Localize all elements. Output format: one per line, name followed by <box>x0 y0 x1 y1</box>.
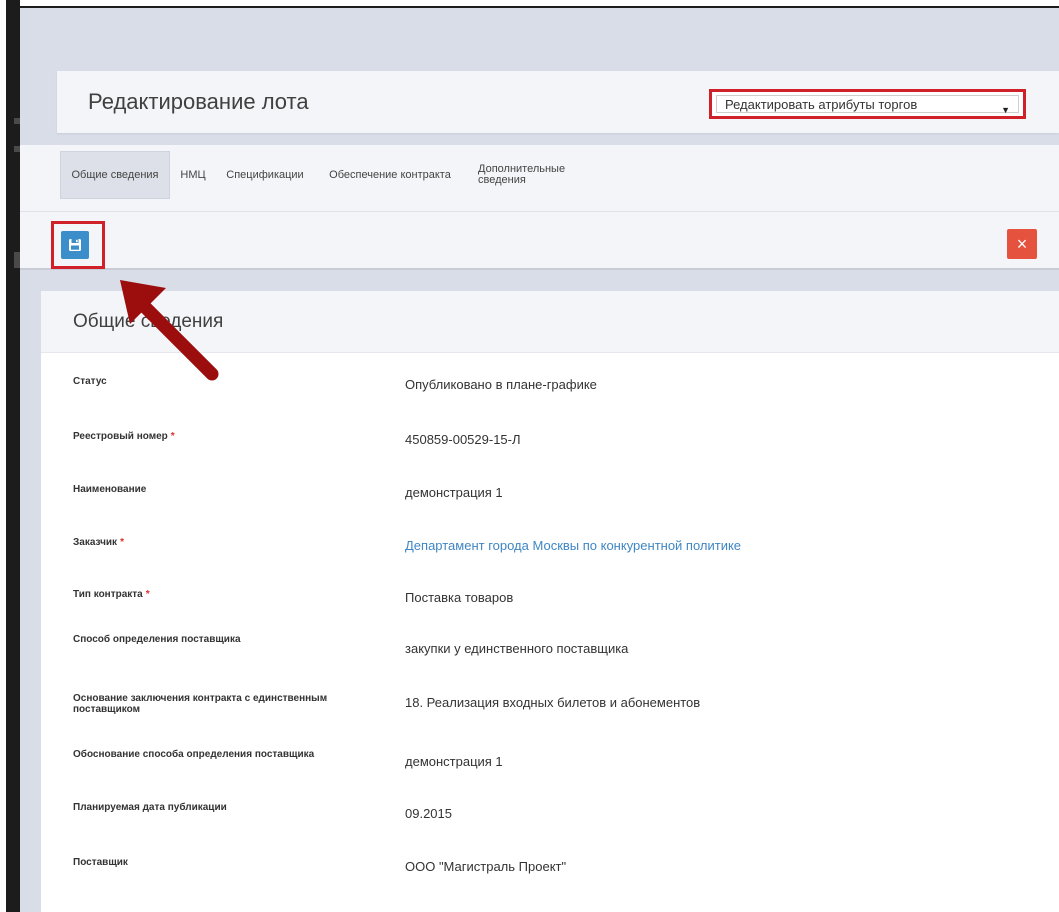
field-row-method-justification: Обоснование способа определения поставщи… <box>41 749 1059 789</box>
tab-general-info[interactable]: Общие сведения <box>60 151 170 199</box>
customer-link[interactable]: Департамент города Москвы по конкурентно… <box>405 538 741 553</box>
tab-specifications[interactable]: Спецификации <box>217 151 313 199</box>
field-label: Реестровый номер * <box>73 431 175 442</box>
page-title: Редактирование лота <box>88 89 309 114</box>
required-marker: * <box>170 431 175 442</box>
field-label: Заказчик * <box>73 537 124 548</box>
field-row-supplier: Поставщик ООО "Магистраль Проект" <box>41 857 1059 897</box>
section-header: Общие сведения <box>41 291 1059 353</box>
field-label: Обоснование способа определения поставщи… <box>73 749 315 760</box>
field-row-customer: Заказчик * Департамент города Москвы по к… <box>41 537 1059 577</box>
field-value: демонстрация 1 <box>405 485 503 500</box>
toolbar: × <box>20 212 1059 270</box>
field-label: Статус <box>73 376 107 387</box>
field-value: Опубликовано в плане-графике <box>405 377 597 392</box>
field-row-name: Наименование демонстрация 1 <box>41 484 1059 524</box>
field-label: Наименование <box>73 484 147 495</box>
field-value: 09.2015 <box>405 806 452 821</box>
floppy-disk-icon <box>69 239 81 251</box>
action-select-value: Редактировать атрибуты торгов <box>725 97 918 112</box>
window-frame <box>0 0 20 912</box>
general-info-panel: Общие сведения Статус Опубликовано в пла… <box>41 291 1059 912</box>
app-window: Редактирование лота Редактировать атрибу… <box>20 8 1059 912</box>
field-value: Поставка товаров <box>405 590 514 605</box>
field-row-registry-number: Реестровый номер * 450859-00529-15-Л <box>41 431 1059 471</box>
close-button[interactable]: × <box>1007 229 1037 259</box>
tab-contract-security[interactable]: Обеспечение контракта <box>317 151 463 199</box>
field-row-status: Статус Опубликовано в плане-графике <box>41 376 1059 416</box>
field-row-supplier-method: Способ определения поставщика закупки у … <box>41 634 1059 674</box>
tab-nmc[interactable]: НМЦ <box>175 151 211 199</box>
field-value: ООО "Магистраль Проект" <box>405 859 567 874</box>
field-row-contract-type: Тип контракта * Поставка товаров <box>41 589 1059 629</box>
field-label: Планируемая дата публикации <box>73 802 227 813</box>
tab-additional-info[interactable]: Дополнительные сведения <box>478 151 608 199</box>
page-header: Редактирование лота Редактировать атрибу… <box>57 71 1059 133</box>
field-label: Способ определения поставщика <box>73 634 241 645</box>
field-value: закупки у единственного поставщика <box>405 641 629 656</box>
field-label: Основание заключения контракта с единств… <box>73 693 328 715</box>
field-label: Тип контракта * <box>73 589 150 600</box>
tab-bar: Общие сведения НМЦ Спецификации Обеспече… <box>20 145 1059 212</box>
field-value: демонстрация 1 <box>405 754 503 769</box>
action-select[interactable]: Редактировать атрибуты торгов ▼ <box>709 89 1026 119</box>
close-icon: × <box>1016 234 1028 254</box>
field-row-publication-date: Планируемая дата публикации 09.2015 <box>41 802 1059 842</box>
field-row-single-supplier-basis: Основание заключения контракта с единств… <box>41 693 1059 733</box>
save-button-highlight <box>51 221 105 269</box>
field-label: Поставщик <box>73 857 128 868</box>
save-button[interactable] <box>61 231 89 259</box>
required-marker: * <box>120 537 124 548</box>
field-value: 450859-00529-15-Л <box>405 432 521 447</box>
required-marker: * <box>145 589 150 600</box>
section-title: Общие сведения <box>73 311 224 332</box>
caret-down-icon: ▼ <box>1001 105 1010 115</box>
field-value: 18. Реализация входных билетов и абонеме… <box>405 695 701 710</box>
